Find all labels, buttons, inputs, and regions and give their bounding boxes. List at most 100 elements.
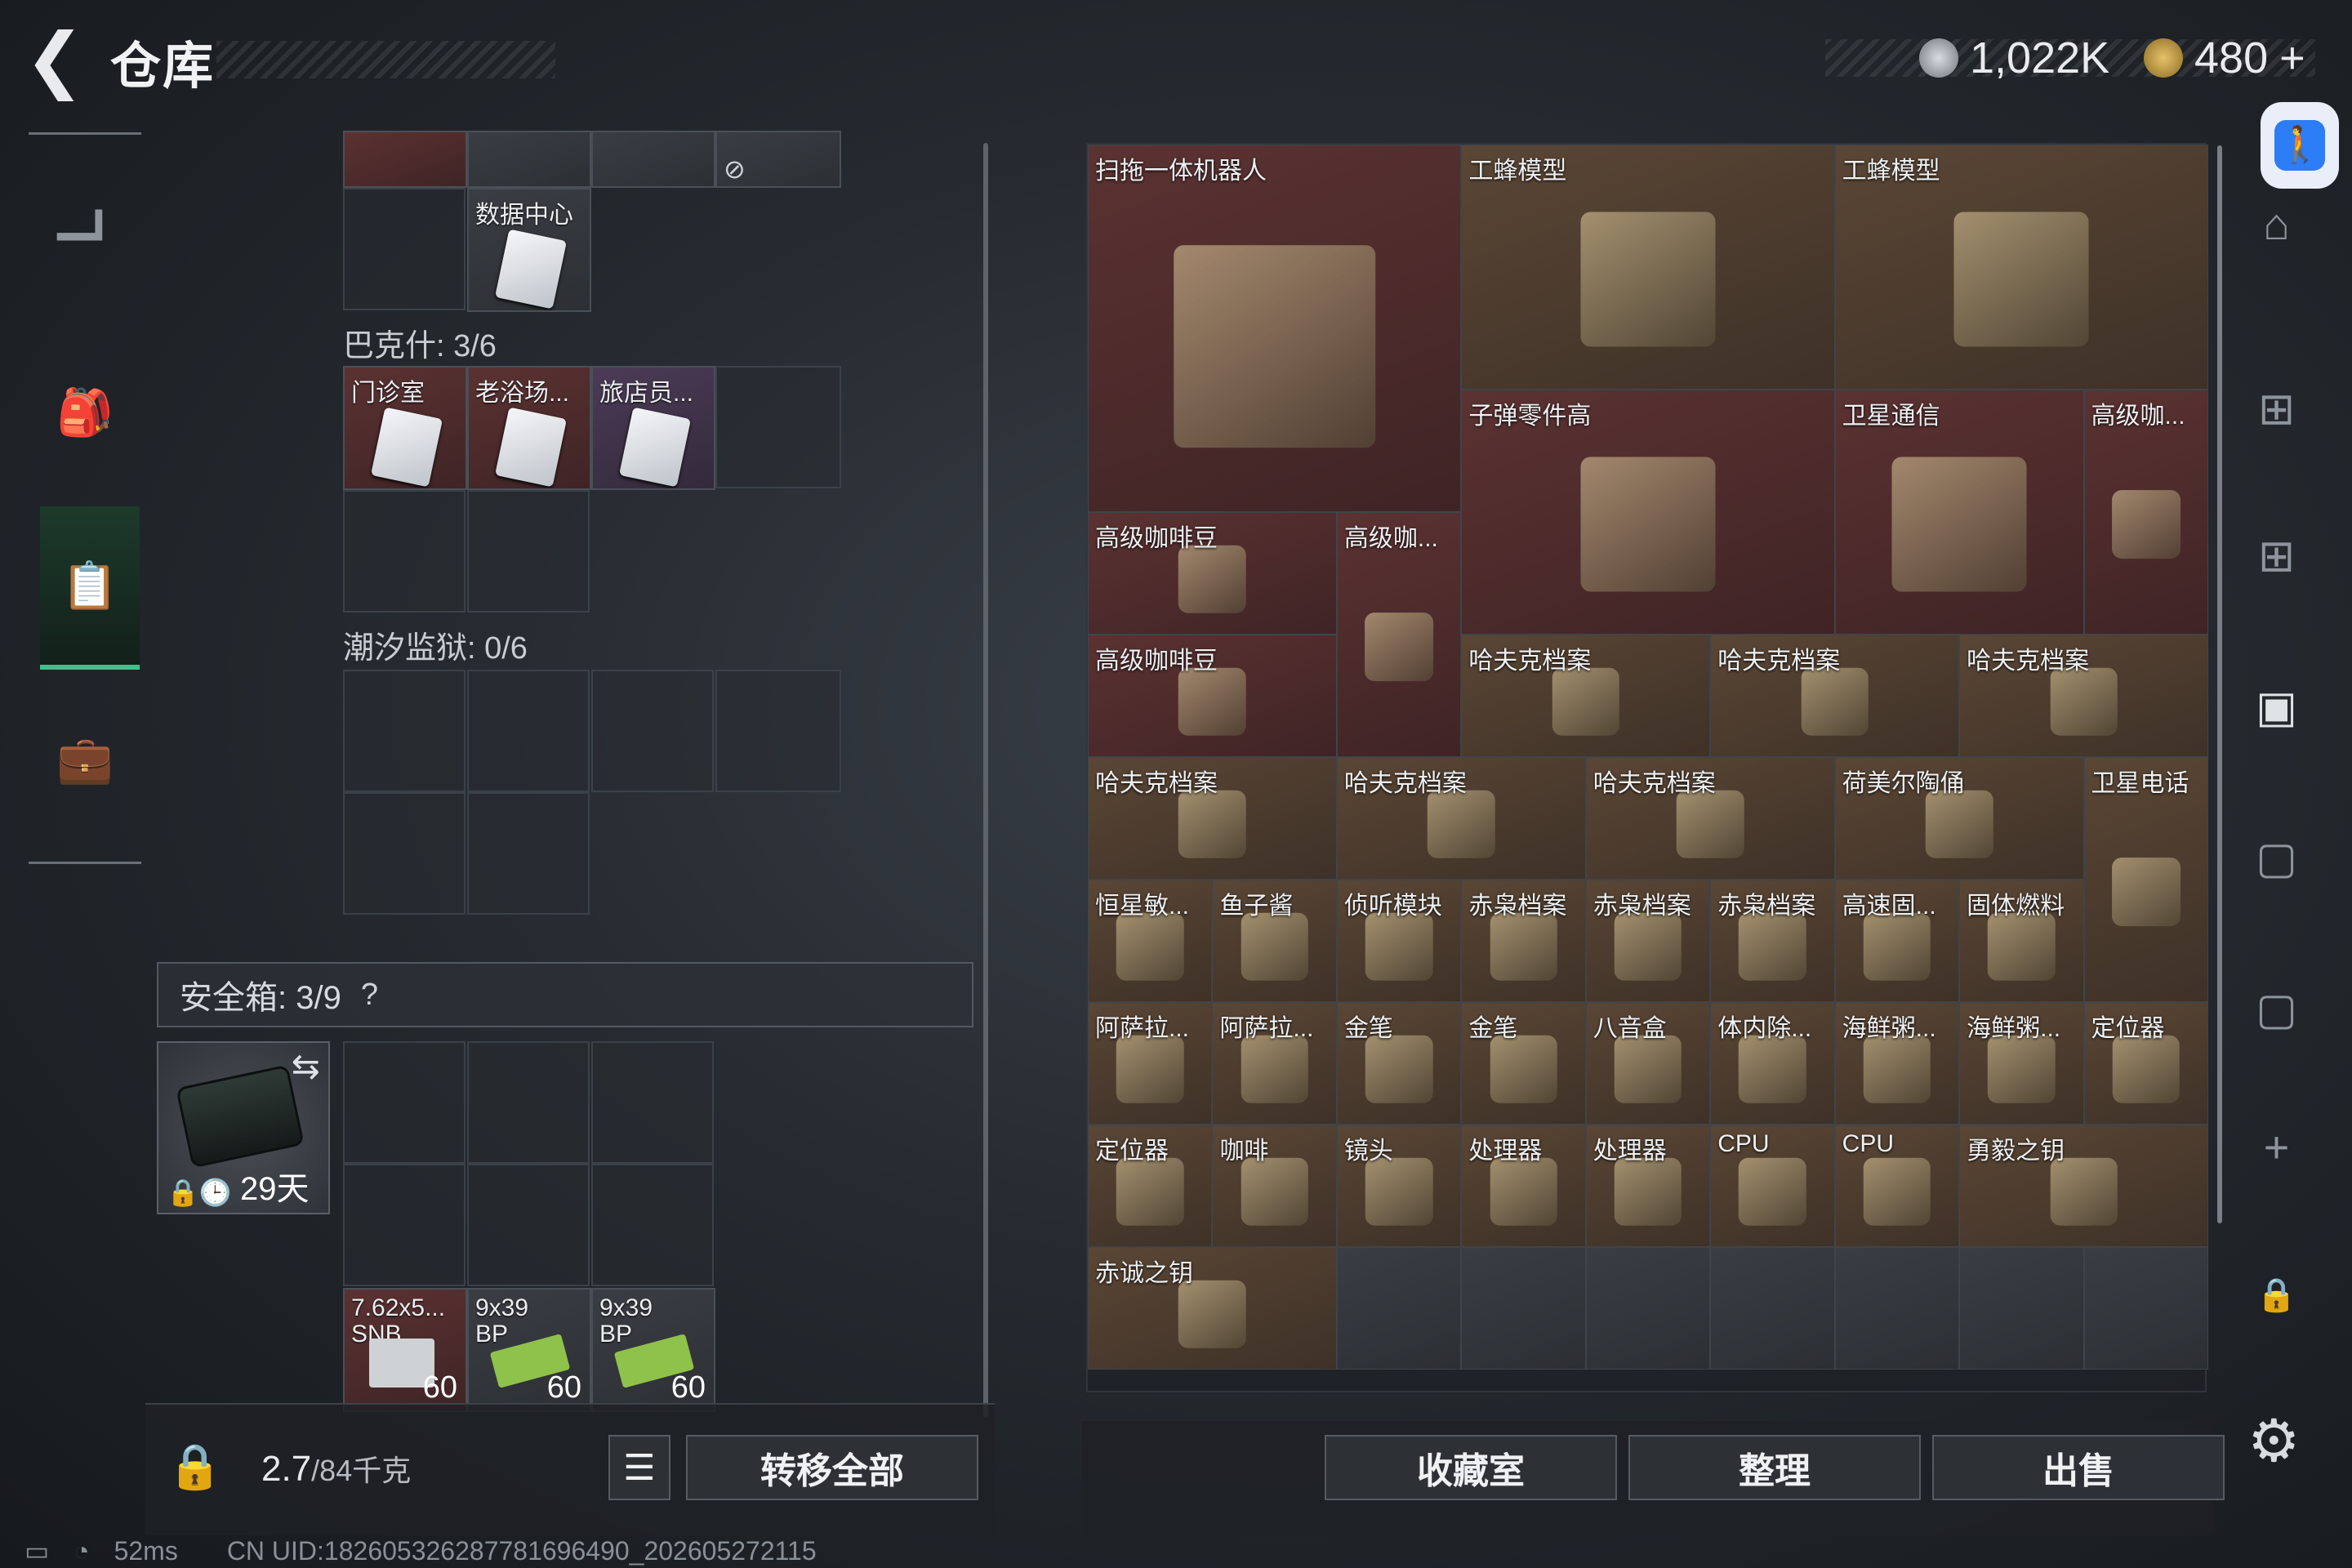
stash-item[interactable]: 赤枭档案 <box>1710 880 1835 1002</box>
stash-item[interactable]: 咖啡 <box>1212 1125 1337 1247</box>
empty-slot[interactable] <box>467 490 590 612</box>
camera-tab-icon[interactable]: ▣ <box>2221 670 2332 743</box>
stash-item[interactable]: 金笔 <box>1461 1002 1586 1125</box>
stash-item[interactable]: CPU <box>1710 1125 1835 1247</box>
stash-item[interactable]: 八音盒 <box>1585 1002 1711 1125</box>
transfer-all-button[interactable]: 转移全部 <box>686 1435 978 1500</box>
stash-item[interactable]: 工蜂模型 <box>1461 145 1835 390</box>
empty-slot[interactable] <box>1834 1247 1960 1370</box>
stash-item[interactable]: 高级咖啡豆 <box>1088 512 1337 635</box>
empty-slot[interactable] <box>1710 1247 1835 1370</box>
empty-slot[interactable] <box>591 1041 714 1164</box>
stash-item[interactable]: 扫拖一体机器人 <box>1088 145 1462 512</box>
briefcase-icon[interactable]: 💼 <box>29 678 141 841</box>
stash-item[interactable]: 金笔 <box>1336 1002 1462 1125</box>
stash-item[interactable]: 哈夫克档案 <box>1585 757 1835 880</box>
empty-slot[interactable] <box>1336 1247 1462 1370</box>
key-card[interactable] <box>343 131 467 188</box>
clipboard-icon[interactable]: 📋 <box>40 506 140 670</box>
key-card[interactable] <box>467 131 591 188</box>
stash-item[interactable]: 赤诚之钥 <box>1088 1247 1337 1370</box>
empty-slot[interactable] <box>467 792 590 915</box>
stash-item[interactable]: 高级咖啡豆 <box>1088 635 1337 757</box>
stash-item[interactable]: 侦听模块 <box>1336 880 1462 1002</box>
pistol-icon[interactable]: ━┛ <box>29 155 141 318</box>
ammo-item[interactable]: 7.62x5... SNB 60 <box>343 1288 467 1412</box>
empty-slot[interactable] <box>343 1164 466 1286</box>
empty-slot[interactable] <box>467 1164 590 1286</box>
list-view-button[interactable]: ☰ <box>608 1435 670 1500</box>
stash-item[interactable]: 哈夫克档案 <box>1710 635 1960 757</box>
empty-slot[interactable] <box>343 490 466 612</box>
stash-item[interactable]: 荷美尔陶俑 <box>1834 757 2084 880</box>
swap-icon[interactable]: ⇆ <box>292 1046 320 1086</box>
empty-slot[interactable] <box>591 1164 714 1286</box>
empty-slot[interactable] <box>1959 1247 2084 1370</box>
key-card-hotel[interactable]: 旅店员... <box>591 366 715 490</box>
tab-icon[interactable]: ▢ <box>2221 821 2332 894</box>
sort-button[interactable]: 整理 <box>1628 1435 1921 1500</box>
stash-item[interactable]: 哈夫克档案 <box>1959 635 2208 757</box>
ammo-item[interactable]: 9x39 BP 60 <box>467 1288 591 1412</box>
backpack-icon[interactable]: 🎒 <box>29 331 141 494</box>
empty-slot[interactable] <box>2083 1247 2208 1370</box>
stash-item[interactable]: 赤枭档案 <box>1585 880 1711 1002</box>
silver-currency[interactable]: 1,022K <box>1919 33 2109 83</box>
empty-slot[interactable] <box>1585 1247 1711 1370</box>
stash-item[interactable]: 定位器 <box>1088 1125 1213 1247</box>
stash-item[interactable]: 哈夫克档案 <box>1088 757 1337 880</box>
stash-item[interactable]: CPU <box>1834 1125 1960 1247</box>
stash-item[interactable]: 高速固... <box>1834 880 1960 1002</box>
empty-slot[interactable] <box>343 670 466 792</box>
key-card-clinic[interactable]: 门诊室 <box>343 366 467 490</box>
stash-item[interactable]: 定位器 <box>2083 1002 2208 1125</box>
stash-item[interactable]: 海鲜粥... <box>1959 1002 2084 1125</box>
empty-slot[interactable] <box>591 670 714 792</box>
lock-icon[interactable]: 🔒 <box>2221 1258 2332 1331</box>
empty-slot[interactable] <box>467 1041 590 1164</box>
stash-item[interactable]: 海鲜粥... <box>1834 1002 1960 1125</box>
add-tab-icon[interactable]: ⊞ <box>2221 372 2332 445</box>
tab-icon[interactable]: ▢ <box>2221 972 2332 1045</box>
add-currency-button[interactable]: + <box>2279 33 2305 83</box>
safe-box-item[interactable]: ⇆ 🔒🕒 29天 <box>157 1041 330 1214</box>
add-tab-icon[interactable]: ⊞ <box>2221 519 2332 592</box>
key-card[interactable] <box>591 131 715 188</box>
empty-slot[interactable] <box>715 670 841 792</box>
help-icon[interactable]: ? <box>361 978 378 1013</box>
stash-item[interactable]: 工蜂模型 <box>1834 145 2208 390</box>
stash-item[interactable]: 哈夫克档案 <box>1461 635 1711 757</box>
stash-item[interactable]: 处理器 <box>1461 1125 1586 1247</box>
sell-button[interactable]: 出售 <box>1932 1435 2225 1500</box>
key-card[interactable]: ⊘ <box>715 131 841 188</box>
stash-item[interactable]: 阿萨拉... <box>1212 1002 1337 1125</box>
ammo-item[interactable]: 9x39 BP 60 <box>591 1288 715 1412</box>
stash-item[interactable]: 哈夫克档案 <box>1336 757 1586 880</box>
stash-item[interactable]: 阿萨拉... <box>1088 1002 1213 1125</box>
key-card-data-center[interactable]: 数据中心 <box>467 188 591 312</box>
stash-item[interactable]: 卫星电话 <box>2083 757 2208 1002</box>
stash-item[interactable]: 镜头 <box>1336 1125 1462 1247</box>
empty-slot[interactable] <box>715 366 841 488</box>
stash-item[interactable]: 体内除... <box>1710 1002 1835 1125</box>
accessibility-button[interactable]: 🚶 <box>2261 102 2339 189</box>
collection-room-button[interactable]: 收藏室 <box>1325 1435 1617 1500</box>
middle-scrollbar[interactable] <box>983 143 988 1417</box>
stash-item[interactable]: 高级咖... <box>2083 390 2208 635</box>
empty-slot[interactable] <box>343 1041 466 1164</box>
stash-item[interactable]: 固体燃料 <box>1959 880 2084 1002</box>
stash-item[interactable]: 恒星敏... <box>1088 880 1213 1002</box>
settings-gear-icon[interactable]: ⚙ <box>2247 1406 2301 1475</box>
empty-slot[interactable] <box>1461 1247 1586 1370</box>
stash-item[interactable]: 高级咖... <box>1336 512 1462 757</box>
stash-item[interactable]: 勇毅之钥 <box>1959 1125 2208 1247</box>
stash-item[interactable]: 卫星通信 <box>1834 390 2084 635</box>
key-card-bathhouse[interactable]: 老浴场... <box>467 366 591 490</box>
stash-item[interactable]: 鱼子酱 <box>1212 880 1337 1002</box>
stash-item[interactable]: 子弹零件高 <box>1461 390 1835 635</box>
home-icon[interactable]: ⌂ <box>2221 188 2332 261</box>
empty-slot[interactable] <box>467 670 590 792</box>
back-arrow-icon[interactable]: ❮ <box>24 23 90 96</box>
stash-item[interactable]: 赤枭档案 <box>1461 880 1586 1002</box>
gold-currency[interactable]: 480 + <box>2144 33 2305 83</box>
